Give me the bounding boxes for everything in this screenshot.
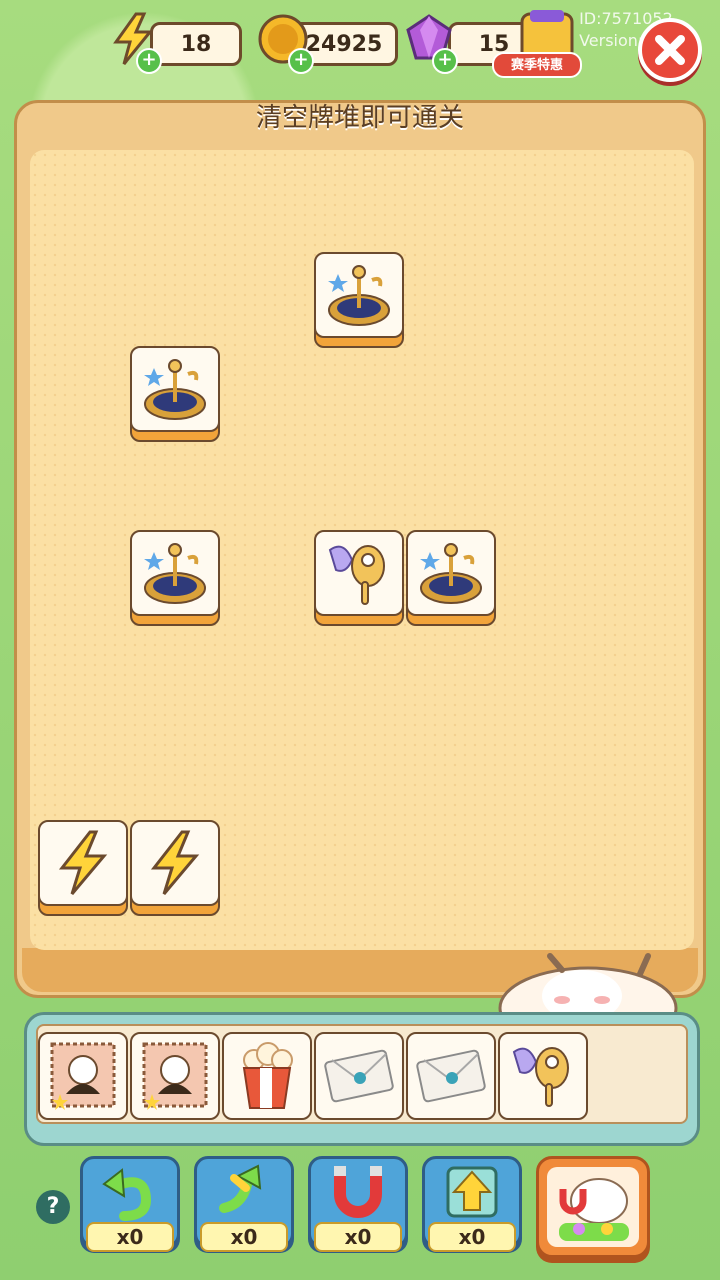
envelope-icon: [416, 1049, 486, 1103]
lightning-icon: [58, 830, 108, 895]
undo-count: x0: [86, 1222, 174, 1252]
tray-slot: [314, 1032, 404, 1124]
clock-stand-icon: [144, 359, 206, 420]
close-icon: [655, 35, 685, 65]
board-tile[interactable]: [314, 530, 404, 626]
energy-value: 18: [180, 31, 212, 57]
coin-value: 24925: [305, 31, 383, 57]
stamp-icon: [142, 1042, 208, 1110]
board-tile[interactable]: [130, 820, 220, 916]
magnet-tool-button[interactable]: x0: [308, 1156, 408, 1256]
tray-slot: [38, 1032, 128, 1124]
stamp-icon: [50, 1042, 116, 1110]
popcorn-icon: [242, 1042, 293, 1109]
undo-arrow-icon: [102, 1168, 152, 1221]
add-gems-button[interactable]: +: [432, 48, 458, 74]
add-energy-button[interactable]: +: [136, 48, 162, 74]
board-tile[interactable]: [130, 346, 220, 442]
sheep-magnet-icon: [547, 1167, 639, 1247]
board-tile[interactable]: [38, 820, 128, 916]
clock-stand-icon: [328, 265, 390, 326]
envelope-icon: [324, 1049, 394, 1103]
level-hint: 清空牌堆即可通关: [255, 103, 464, 133]
magnet-count: x0: [314, 1222, 402, 1252]
tray-slot: [406, 1032, 496, 1124]
sheep-special-button[interactable]: [536, 1156, 650, 1258]
mask-icon: [512, 1047, 569, 1107]
up-arrow-icon: [446, 1166, 498, 1218]
help-button[interactable]: ?: [36, 1190, 70, 1224]
shuffle-tool-button[interactable]: x0: [194, 1156, 294, 1256]
mask-icon: [328, 545, 385, 605]
clock-stand-icon: [420, 543, 482, 604]
board-tile[interactable]: [130, 530, 220, 626]
board-tile[interactable]: [406, 530, 496, 626]
energy-counter: 18: [150, 22, 242, 66]
undo-tool-button[interactable]: x0: [80, 1156, 180, 1256]
lightning-icon: [150, 830, 200, 895]
board-tile[interactable]: [314, 252, 404, 348]
tray-slot: [498, 1032, 588, 1124]
move-out-tool-button[interactable]: x0: [422, 1156, 522, 1256]
shuffle-icon: [219, 1164, 262, 1213]
clock-stand-icon: [144, 543, 206, 604]
tray-slot: [222, 1032, 312, 1124]
top-bar: 18 + 24925 + 15 + 赛季特惠 ID:7571052 Versio…: [0, 0, 720, 90]
season-offer-label[interactable]: 赛季特惠: [492, 52, 582, 78]
tray-slot: [130, 1032, 220, 1124]
close-button[interactable]: [638, 18, 702, 82]
move-out-count: x0: [428, 1222, 516, 1252]
shuffle-count: x0: [200, 1222, 288, 1252]
magnet-icon: [334, 1166, 382, 1218]
add-coins-button[interactable]: +: [288, 48, 314, 74]
